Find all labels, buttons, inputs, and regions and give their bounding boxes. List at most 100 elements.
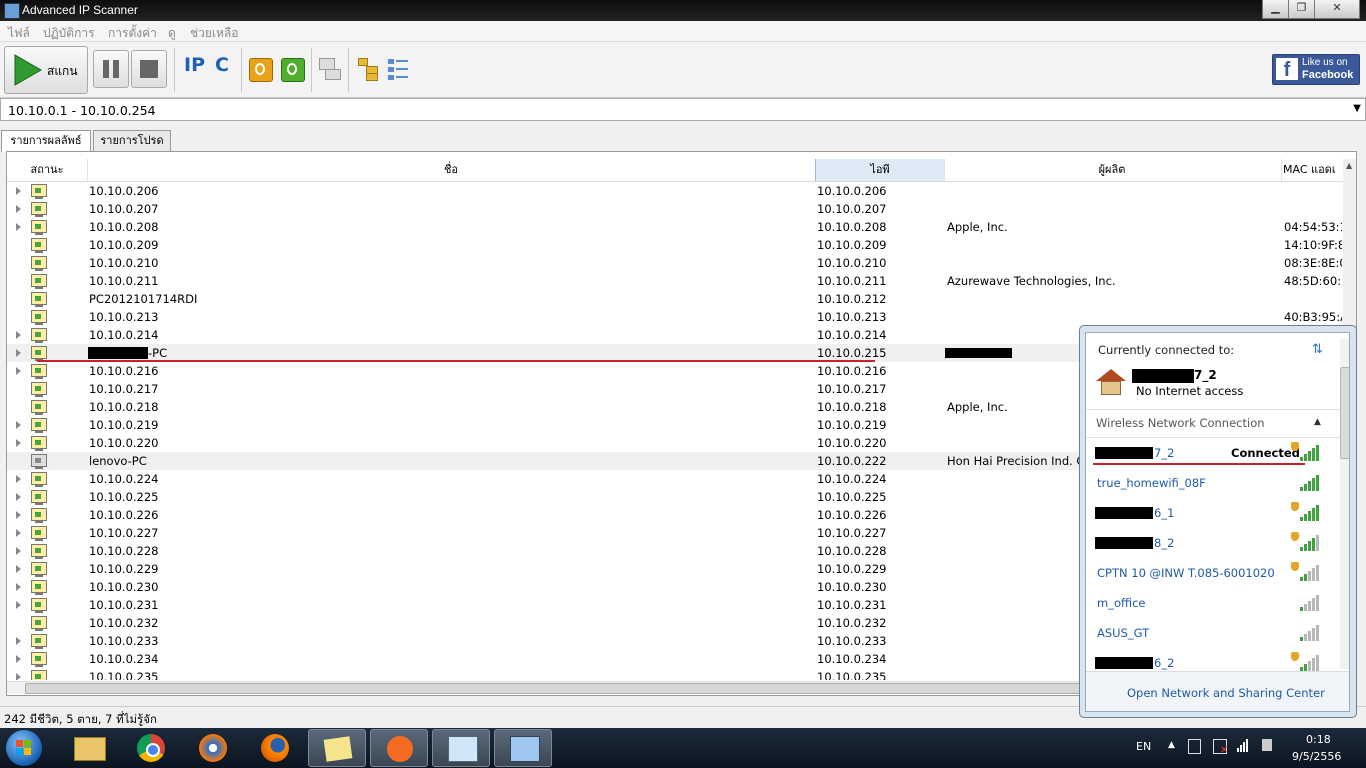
signal-strength-icon: [1298, 623, 1320, 641]
expand-arrow-icon[interactable]: [16, 637, 21, 645]
scan-button[interactable]: สแกน: [4, 46, 88, 94]
expand-arrow-icon[interactable]: [16, 331, 21, 339]
expand-arrow-icon[interactable]: [16, 475, 21, 483]
shutdown-icon[interactable]: [249, 58, 273, 82]
expand-arrow-icon[interactable]: [16, 511, 21, 519]
menu-view[interactable]: ดู: [168, 24, 176, 43]
ip-subnet-button[interactable]: IP: [184, 54, 205, 76]
title-bar: Advanced IP Scanner ▁ ❐ ✕: [0, 0, 1366, 21]
show-hidden-icons-icon[interactable]: ▲: [1168, 740, 1175, 750]
clock-date[interactable]: 9/5/2556: [1292, 750, 1341, 763]
collapse-all-icon[interactable]: [386, 56, 410, 80]
cell-name: 10.10.0.224: [89, 472, 159, 486]
network-icon[interactable]: [317, 56, 341, 80]
wifi-network-item[interactable]: ASUS_GT: [1086, 623, 1336, 649]
minimize-button[interactable]: ▁: [1262, 0, 1289, 19]
wifi-scrollbar[interactable]: [1340, 339, 1349, 669]
language-indicator[interactable]: EN: [1136, 740, 1151, 753]
chevron-down-icon[interactable]: ▼: [1353, 103, 1361, 114]
ip-scanner-taskbar-button[interactable]: [494, 729, 552, 767]
notes-taskbar-button[interactable]: [308, 729, 366, 767]
ip-range-input[interactable]: 10.10.0.1 - 10.10.0.254 ▼: [0, 98, 1366, 121]
menu-settings[interactable]: การตั้งค่า: [108, 24, 157, 43]
action-center-icon[interactable]: [1188, 739, 1201, 754]
expand-arrow-icon[interactable]: [16, 547, 21, 555]
firefox-icon: [261, 734, 289, 762]
chevron-up-icon[interactable]: ▲: [1314, 417, 1321, 427]
computer-status-icon: [31, 418, 47, 433]
maximize-button[interactable]: ❐: [1288, 0, 1315, 19]
cell-ip: 10.10.0.210: [817, 256, 887, 270]
browser-taskbar-button[interactable]: [184, 729, 242, 767]
wifi-network-item[interactable]: true_homewifi_08F: [1086, 473, 1336, 499]
app-icon: [4, 3, 20, 19]
connected-label: Connected: [1231, 446, 1300, 460]
wifi-network-item[interactable]: 6_1: [1086, 502, 1336, 529]
tab-favorites[interactable]: รายการโปรด: [93, 130, 171, 151]
cell-name: 10.10.0.207: [89, 202, 159, 216]
expand-arrow-icon[interactable]: [16, 421, 21, 429]
pause-button[interactable]: [93, 50, 129, 88]
table-row[interactable]: 10.10.0.207 10.10.0.207: [7, 200, 1343, 218]
table-row[interactable]: 10.10.0.211 10.10.0.211 Azurewave Technolo…: [7, 272, 1343, 290]
cell-name: 10.10.0.234: [89, 652, 159, 666]
expand-arrow-icon[interactable]: [16, 583, 21, 591]
start-button[interactable]: [6, 730, 42, 766]
facebook-icon: f: [1276, 58, 1298, 81]
volume-icon[interactable]: [1262, 739, 1272, 751]
wifi-network-item[interactable]: m_office: [1086, 593, 1336, 619]
media-taskbar-button[interactable]: [370, 729, 428, 767]
wifi-network-item[interactable]: 8_2: [1086, 532, 1336, 559]
signal-strength-icon: [1291, 652, 1320, 671]
explorer-taskbar-button[interactable]: [60, 729, 118, 767]
facebook-like-button[interactable]: f Like us on Facebook: [1272, 54, 1360, 85]
table-row[interactable]: 10.10.0.208 10.10.0.208 Apple, Inc. 04:54:5…: [7, 218, 1343, 236]
computer-status-icon: [31, 184, 47, 199]
expand-arrow-icon[interactable]: [16, 367, 21, 375]
table-row[interactable]: 10.10.0.210 10.10.0.210 08:3E:8E:03: [7, 254, 1343, 272]
wifi-network-item[interactable]: 7_2 Connected: [1086, 442, 1336, 469]
stop-button[interactable]: [131, 50, 167, 88]
expand-arrow-icon[interactable]: [16, 187, 21, 195]
table-row[interactable]: 10.10.0.206 10.10.0.206: [7, 182, 1343, 200]
table-row[interactable]: PC2012101714RDI 10.10.0.212: [7, 290, 1343, 308]
expand-arrow-icon[interactable]: [16, 655, 21, 663]
refresh-icon[interactable]: ⇅: [1312, 342, 1323, 357]
close-button[interactable]: ✕: [1314, 0, 1360, 19]
expand-arrow-icon[interactable]: [16, 439, 21, 447]
firefox-taskbar-button[interactable]: [246, 729, 304, 767]
table-row[interactable]: 10.10.0.213 10.10.0.213 40:B3:95:A.: [7, 308, 1343, 326]
wireless-section-title[interactable]: Wireless Network Connection: [1096, 416, 1265, 430]
wake-on-lan-icon[interactable]: [281, 58, 305, 82]
expand-arrow-icon[interactable]: [16, 223, 21, 231]
cell-name: 10.10.0.231: [89, 598, 159, 612]
open-network-center-link[interactable]: Open Network and Sharing Center: [1127, 686, 1325, 700]
expand-arrow-icon[interactable]: [16, 493, 21, 501]
expand-arrow-icon[interactable]: [16, 529, 21, 537]
chrome-taskbar-button[interactable]: [122, 729, 180, 767]
computer-status-icon: [31, 652, 47, 667]
expand-arrow-icon[interactable]: [16, 601, 21, 609]
network-taskbar-button[interactable]: [432, 729, 490, 767]
column-ip[interactable]: ไอพี: [815, 159, 945, 181]
expand-arrow-icon[interactable]: [16, 205, 21, 213]
cell-ip: 10.10.0.232: [817, 616, 887, 630]
class-c-subnet-button[interactable]: C: [215, 54, 229, 76]
menu-actions[interactable]: ปฏิบัติการ: [43, 24, 95, 43]
column-mac[interactable]: MAC แอดเ: [1281, 159, 1346, 181]
tab-results[interactable]: รายการผลลัพธ์: [1, 130, 91, 152]
column-vendor[interactable]: ผู้ผลิต: [943, 159, 1282, 181]
menu-help[interactable]: ช่วยเหลือ: [190, 24, 239, 43]
clock-time[interactable]: 0:18: [1306, 733, 1331, 746]
table-row[interactable]: 10.10.0.209 10.10.0.209 14:10:9F:89: [7, 236, 1343, 254]
expand-all-icon[interactable]: [356, 56, 380, 81]
house-icon: [1096, 369, 1126, 395]
cell-ip: 10.10.0.215: [817, 346, 887, 360]
menu-file[interactable]: ไฟล์: [8, 24, 30, 43]
expand-arrow-icon[interactable]: [16, 673, 21, 680]
column-name[interactable]: ชื่อ: [87, 159, 816, 181]
column-status[interactable]: สถานะ: [7, 159, 88, 181]
expand-arrow-icon[interactable]: [16, 349, 21, 357]
expand-arrow-icon[interactable]: [16, 565, 21, 573]
wifi-network-item[interactable]: CPTN 10 @INW T.085-6001020: [1086, 562, 1336, 589]
